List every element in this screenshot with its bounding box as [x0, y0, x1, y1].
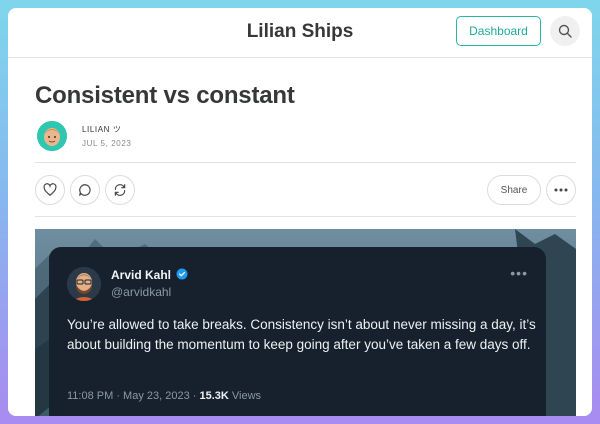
- tweet-author-handle[interactable]: @arvidkahl: [111, 285, 171, 299]
- more-icon: [554, 188, 568, 192]
- dashboard-button[interactable]: Dashboard: [456, 16, 541, 46]
- divider: [35, 216, 576, 217]
- restack-button[interactable]: [105, 175, 135, 205]
- tweet-author-name[interactable]: Arvid Kahl: [111, 268, 188, 282]
- author-avatar[interactable]: [37, 121, 67, 151]
- tweet-views-label: Views: [228, 390, 262, 402]
- embedded-tweet[interactable]: Arvid Kahl @arvidkahl ••• You’re allowed…: [49, 247, 546, 416]
- comment-icon: [79, 184, 91, 196]
- share-button[interactable]: Share: [487, 175, 541, 205]
- tweet-author-avatar[interactable]: [67, 267, 101, 301]
- tweet-more-icon[interactable]: •••: [510, 265, 528, 281]
- tweet-views-count: 15.3K: [199, 390, 229, 402]
- search-icon: [558, 24, 572, 38]
- restack-icon: [114, 184, 126, 196]
- search-button[interactable]: [550, 16, 580, 46]
- more-button[interactable]: [546, 175, 576, 205]
- post-image[interactable]: Arvid Kahl @arvidkahl ••• You’re allowed…: [35, 229, 576, 416]
- site-header: Lilian Ships Dashboard: [8, 8, 592, 58]
- divider: [35, 162, 576, 163]
- post-title: Consistent vs constant: [35, 82, 295, 109]
- verified-badge-icon: [176, 268, 188, 280]
- tweet-timestamp[interactable]: 11:08 PM · May 23, 2023 ·: [67, 390, 199, 402]
- tweet-avatar-illustration: [67, 267, 101, 301]
- comment-button[interactable]: [70, 175, 100, 205]
- tweet-meta: 11:08 PM · May 23, 2023 · 15.3K Views: [67, 390, 261, 402]
- tweet-author-name-text: Arvid Kahl: [111, 268, 172, 282]
- post-date: JUL 5, 2023: [82, 139, 132, 148]
- author-name[interactable]: LILIAN ツ: [82, 124, 121, 135]
- like-button[interactable]: [35, 175, 65, 205]
- avatar-illustration: [37, 121, 67, 151]
- browser-window: Lilian Ships Dashboard Consistent vs con…: [8, 8, 592, 416]
- tweet-text: You’re allowed to take breaks. Consisten…: [67, 317, 536, 352]
- heart-icon: [43, 183, 57, 197]
